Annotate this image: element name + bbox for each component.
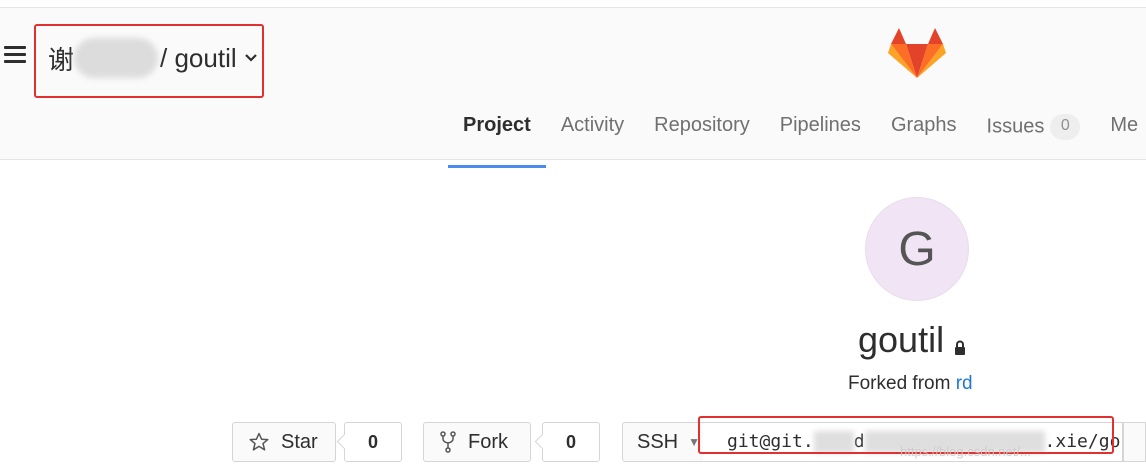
fork-count[interactable]: 0	[542, 422, 600, 462]
avatar-letter: G	[898, 222, 936, 276]
tab-repository[interactable]: Repository	[639, 98, 765, 168]
project-avatar: G	[865, 197, 969, 301]
forked-prefix: Forked from	[848, 373, 951, 394]
chevron-down-icon[interactable]	[244, 50, 257, 66]
fork-button[interactable]: Fork	[423, 422, 531, 462]
tab-label: Graphs	[890, 114, 957, 136]
star-label: Star	[281, 430, 318, 453]
tab-graphs[interactable]: Graphs	[876, 98, 972, 168]
tab-me[interactable]: Me	[1095, 98, 1146, 168]
copy-url-button[interactable]	[1123, 422, 1146, 462]
clone-url-start: git@git.	[727, 431, 814, 452]
project-path: / goutil	[160, 42, 237, 73]
redacted-owner	[74, 38, 159, 78]
tab-label: Pipelines	[779, 114, 861, 136]
caret-down-icon: ▼	[688, 435, 701, 449]
lock-icon	[954, 322, 966, 364]
project-breadcrumb[interactable]: 谢 / goutil	[48, 38, 257, 78]
tab-label: Activity	[560, 114, 625, 136]
top-border	[0, 0, 1146, 8]
project-name: goutil	[858, 319, 945, 360]
tab-label: Issues	[986, 115, 1045, 138]
forked-from: Forked from rd	[848, 373, 973, 395]
gitlab-logo[interactable]	[888, 28, 946, 85]
owner-name: 谢	[48, 44, 75, 75]
project-nav: Project Activity Repository Pipelines Graphs…	[448, 98, 1146, 168]
tab-activity[interactable]: Activity	[546, 98, 639, 168]
watermark: https://blog.csdn.net/...	[900, 444, 1031, 459]
clone-protocol-dropdown[interactable]: SSH ▼	[622, 422, 704, 462]
tab-label: Project	[463, 114, 531, 136]
issues-count-badge: 0	[1050, 114, 1081, 140]
star-count[interactable]: 0	[344, 422, 402, 462]
redacted-url-1	[813, 431, 854, 453]
tab-project[interactable]: Project	[448, 98, 546, 168]
header-bar: 谢 / goutil Project Activity Repository Pipe…	[0, 8, 1146, 168]
star-icon	[249, 432, 269, 452]
tab-label: Me	[1110, 114, 1139, 136]
protocol-label: SSH	[637, 430, 679, 453]
clone-url-mid: d	[853, 431, 865, 452]
forked-source-link[interactable]: rd	[956, 373, 973, 394]
star-button[interactable]: Star	[232, 422, 336, 462]
tab-label: Repository	[654, 114, 750, 136]
clone-url-end: .xie/go	[1044, 431, 1121, 452]
fork-label: Fork	[468, 430, 508, 453]
fork-icon	[440, 431, 456, 453]
hamburger-icon[interactable]	[4, 46, 26, 66]
tab-pipelines[interactable]: Pipelines	[765, 98, 876, 168]
tab-issues[interactable]: Issues 0	[972, 98, 1096, 168]
project-title: goutil	[858, 316, 966, 364]
